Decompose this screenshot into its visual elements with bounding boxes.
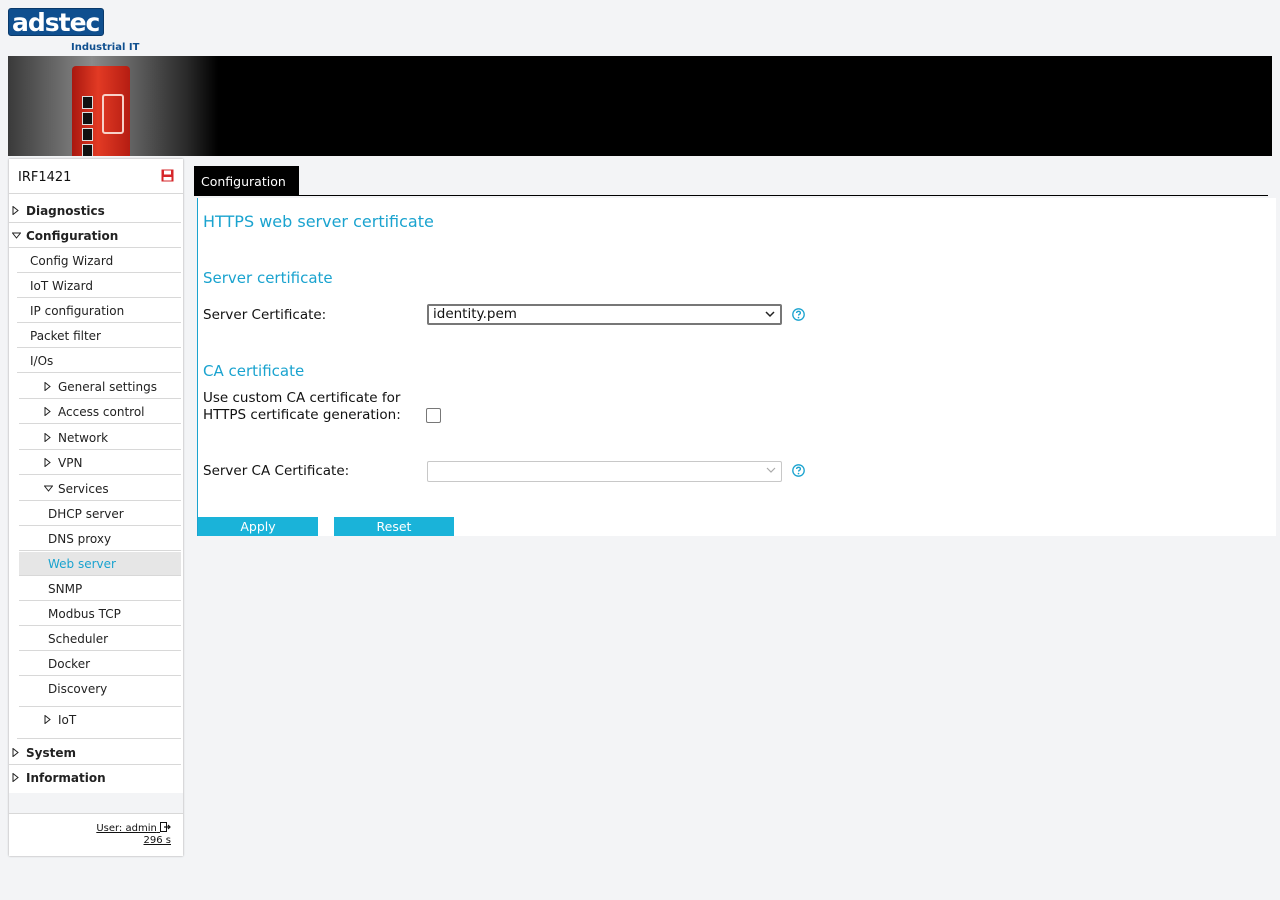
server-certificate-select[interactable]: identity.pem	[427, 304, 782, 325]
sidebar-item-iot-wizard[interactable]: IoT Wizard	[17, 274, 181, 298]
server-ca-certificate-label: Server CA Certificate:	[203, 463, 350, 479]
sidebar-item-config-wizard[interactable]: Config Wizard	[17, 249, 181, 273]
help-icon[interactable]	[792, 308, 805, 321]
sidebar-item-label: DNS proxy	[48, 532, 112, 546]
sidebar-item-configuration[interactable]: Configuration	[9, 224, 181, 248]
server-certificate-label: Server Certificate:	[203, 307, 327, 323]
sidebar-item-iot[interactable]: IoT	[17, 708, 181, 739]
sidebar-item-dns-proxy[interactable]: DNS proxy	[19, 527, 181, 551]
sidebar-item-label: Scheduler	[48, 632, 109, 646]
sidebar-item-label: Configuration	[26, 229, 119, 243]
sidebar-item-snmp[interactable]: SNMP	[19, 577, 181, 601]
logo-wordmark: adstec	[8, 8, 104, 36]
expand-arrow-icon	[44, 433, 51, 442]
sidebar-item-access-control[interactable]: Access control	[19, 400, 181, 424]
header-banner	[8, 56, 1272, 156]
apply-button[interactable]: Apply	[198, 517, 318, 536]
expand-arrow-icon	[12, 206, 19, 215]
sidebar-item-label: System	[26, 746, 76, 760]
sidebar-item-diagnostics[interactable]: Diagnostics	[9, 199, 181, 223]
sidebar-item-label: I/Os	[30, 354, 54, 368]
sidebar-item-discovery[interactable]: Discovery	[19, 677, 181, 707]
page-title: HTTPS web server certificate	[203, 212, 434, 231]
sidebar-item-docker[interactable]: Docker	[19, 652, 181, 676]
sidebar-item-label: Diagnostics	[26, 204, 105, 218]
sidebar: IRF1421 Diagnostics Configuration Config…	[9, 159, 183, 856]
sidebar-item-label: Network	[58, 431, 109, 445]
sidebar-item-label: IoT	[58, 713, 77, 727]
sidebar-item-label: Packet filter	[30, 329, 101, 343]
sidebar-item-label: Access control	[58, 405, 145, 419]
sidebar-item-vpn[interactable]: VPN	[19, 451, 181, 475]
sidebar-item-information[interactable]: Information	[9, 766, 181, 790]
tab-configuration[interactable]: Configuration	[194, 166, 299, 195]
sidebar-item-label: Discovery	[48, 682, 108, 696]
sidebar-item-web-server[interactable]: Web server	[19, 552, 181, 576]
expand-arrow-icon	[12, 748, 19, 757]
router-device-image	[72, 66, 130, 156]
server-ca-certificate-select[interactable]	[427, 461, 782, 482]
expand-arrow-icon	[44, 458, 51, 467]
device-port	[82, 128, 93, 141]
sidebar-item-ios[interactable]: I/Os	[17, 349, 181, 373]
use-custom-ca-checkbox[interactable]	[426, 408, 441, 423]
device-port	[82, 96, 93, 109]
reset-button[interactable]: Reset	[334, 517, 454, 536]
collapse-arrow-icon	[12, 232, 21, 239]
sidebar-item-label: Information	[26, 771, 106, 785]
use-custom-ca-label: Use custom CA certificate for HTTPS cert…	[203, 390, 401, 423]
device-port	[82, 144, 93, 156]
expand-arrow-icon	[44, 715, 51, 724]
expand-arrow-icon	[44, 382, 51, 391]
sidebar-item-label: Config Wizard	[30, 254, 114, 268]
server-certificate-value: identity.pem	[433, 306, 517, 322]
sidebar-item-dhcp-server[interactable]: DHCP server	[19, 502, 181, 526]
content-panel: HTTPS web server certificate Server cert…	[197, 198, 1276, 536]
sidebar-item-label: Modbus TCP	[48, 607, 121, 621]
chevron-down-icon	[765, 311, 775, 318]
sidebar-item-label: General settings	[58, 380, 157, 394]
device-front-panel	[102, 94, 124, 134]
sidebar-item-general-settings[interactable]: General settings	[19, 375, 181, 399]
sidebar-item-services[interactable]: Services	[19, 477, 181, 501]
ca-certificate-heading: CA certificate	[203, 362, 305, 380]
logout-icon[interactable]	[160, 822, 171, 832]
sidebar-item-label: VPN	[58, 456, 83, 470]
brand-logo: adstec Industrial IT	[8, 8, 140, 54]
sidebar-item-label: IoT Wizard	[30, 279, 93, 293]
save-icon[interactable]	[161, 169, 174, 182]
device-port	[82, 112, 93, 125]
user-logout-link[interactable]: User: admin	[96, 822, 171, 834]
sidebar-item-scheduler[interactable]: Scheduler	[19, 627, 181, 651]
tab-divider	[194, 195, 1268, 196]
sidebar-item-label: Web server	[48, 557, 116, 571]
chevron-down-icon	[766, 467, 776, 473]
sidebar-item-label: Services	[58, 482, 109, 496]
user-label: User: admin	[96, 823, 157, 834]
session-timer: 296 s	[143, 835, 171, 846]
expand-arrow-icon	[44, 407, 51, 416]
help-icon[interactable]	[792, 464, 805, 477]
sidebar-item-ip-configuration[interactable]: IP configuration	[17, 299, 181, 323]
sidebar-item-label: DHCP server	[48, 507, 124, 521]
sidebar-item-system[interactable]: System	[9, 741, 181, 765]
sidebar-item-label: IP configuration	[30, 304, 125, 318]
sidebar-item-label: SNMP	[48, 582, 83, 596]
collapse-arrow-icon	[44, 485, 53, 492]
sidebar-item-packet-filter[interactable]: Packet filter	[17, 324, 181, 348]
device-name: IRF1421	[18, 170, 72, 185]
expand-arrow-icon	[12, 773, 19, 782]
session-info: User: admin 296 s	[9, 813, 183, 846]
sidebar-item-modbus-tcp[interactable]: Modbus TCP	[19, 602, 181, 626]
server-certificate-heading: Server certificate	[203, 269, 333, 287]
sidebar-item-label: Docker	[48, 657, 91, 671]
sidebar-item-network[interactable]: Network	[19, 426, 181, 450]
logo-tagline: Industrial IT	[71, 42, 140, 53]
